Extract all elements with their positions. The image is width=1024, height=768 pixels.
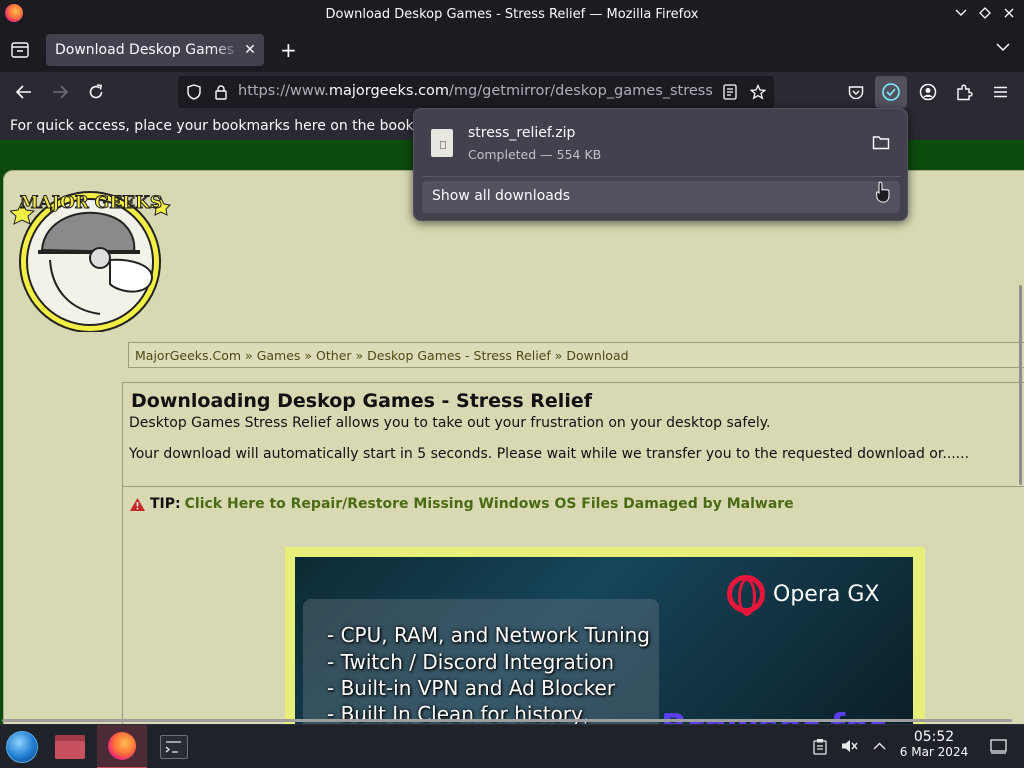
minimize-button[interactable] [952,4,970,22]
lock-icon[interactable] [213,84,229,100]
page-title: Downloading Deskop Games - Stress Relief [131,390,592,412]
show-in-folder-icon[interactable] [872,135,890,151]
page-content: MAJOR GEEKS MajorGeeks.Com » Games » Oth… [0,140,1024,724]
advertisement[interactable]: - CPU, RAM, and Network Tuning - Twitch … [285,547,925,724]
divider [123,486,1024,487]
show-all-downloads-button[interactable]: Show all downloads [422,181,900,213]
account-icon[interactable] [918,82,938,102]
tab-bar: Download Deskop Games - Stress Relief ✕ … [0,28,1024,72]
taskbar-clock[interactable]: 05:52 6 Mar 2024 [890,729,978,759]
terminal-icon [160,735,188,759]
download-status: Completed — 554 KB [468,147,602,162]
horizontal-scrollbar[interactable] [2,719,1012,722]
breadcrumb-item-download: Download [566,348,629,363]
start-menu-button[interactable] [0,725,44,768]
logo-text: MAJOR GEEKS [20,193,162,213]
tab-active[interactable]: Download Deskop Games - Stress Relief ✕ [46,34,264,66]
folder-icon [55,735,85,759]
clipboard-icon[interactable] [811,737,829,755]
navigation-toolbar: https://www.majorgeeks.com/mg/getmirror/… [0,72,1024,112]
downloads-button[interactable] [875,76,907,108]
tip-row: TIP: Click Here to Repair/Restore Missin… [129,496,794,512]
list-all-tabs-button[interactable] [996,41,1010,56]
menu-hamburger-icon[interactable] [990,82,1010,102]
tab-title: Download Deskop Games - Stress Relief [55,42,241,58]
tip-label: TIP: [150,496,181,512]
breadcrumb-item-other[interactable]: Other [316,348,352,363]
forward-button[interactable] [50,82,70,102]
system-tray-expand-icon[interactable] [870,737,888,755]
downloads-panel: stress_relief.zip Completed — 554 KB Sho… [413,108,908,221]
extensions-puzzle-icon[interactable] [954,82,974,102]
tracking-protection-shield-icon[interactable] [186,84,202,100]
breadcrumb-item-games[interactable]: Games [257,348,301,363]
breadcrumb-separator: » [304,348,313,363]
tip-repair-link[interactable]: Click Here to Repair/Restore Missing Win… [185,496,794,512]
download-file-name: stress_relief.zip [468,125,576,141]
breadcrumb-item-program[interactable]: Deskop Games - Stress Relief [367,348,551,363]
reader-view-icon[interactable] [722,84,738,100]
downloads-panel-divider [422,176,900,177]
window-controls [952,4,1018,22]
warning-icon [130,497,145,511]
clock-time: 05:52 [913,729,955,745]
opera-gx-brand: Opera GX [727,575,880,616]
clock-date: 6 Mar 2024 [899,745,969,759]
start-orb-icon [6,731,38,763]
title-bar: Download Deskop Games - Stress Relief — … [0,0,1024,28]
download-item[interactable]: stress_relief.zip Completed — 554 KB [422,117,900,169]
url-bar[interactable]: https://www.majorgeeks.com/mg/getmirror/… [178,76,774,108]
breadcrumb-separator: » [355,348,364,363]
ad-feature-1: - CPU, RAM, and Network Tuning [327,623,650,647]
back-button[interactable] [14,82,34,102]
breadcrumb-separator: » [554,348,563,363]
taskbar-terminal[interactable] [152,725,196,768]
pocket-icon[interactable] [846,82,866,102]
ad-brand-name: Opera GX [773,581,880,607]
mouse-pointer-icon [876,181,890,203]
maximize-button[interactable] [976,4,994,22]
ad-feature-3: - Built-in VPN and Ad Blocker [327,676,616,700]
reload-button[interactable] [86,82,106,102]
new-tab-button[interactable]: + [280,40,297,60]
tab-close-button[interactable]: ✕ [242,42,258,58]
url-text[interactable]: https://www.majorgeeks.com/mg/getmirror/… [238,83,712,99]
taskbar: 05:52 6 Mar 2024 [0,724,1024,768]
firefox-icon [108,732,136,760]
download-content: Downloading Deskop Games - Stress Relief… [122,382,1024,724]
taskbar-file-manager[interactable] [48,725,92,768]
firefox-view-button[interactable] [10,40,30,60]
window-title: Download Deskop Games - Stress Relief — … [325,6,699,22]
breadcrumb: MajorGeeks.Com » Games » Other » Deskop … [128,342,1024,368]
show-desktop-icon[interactable] [989,737,1007,755]
opera-logo-icon [727,575,765,616]
bookmark-star-icon[interactable] [750,84,766,100]
ad-feature-2: - Twitch / Discord Integration [327,650,615,674]
vertical-scrollbar[interactable] [1019,285,1022,485]
zip-file-icon [431,129,453,157]
close-window-button[interactable] [1000,4,1018,22]
taskbar-firefox[interactable] [97,725,147,768]
breadcrumb-separator: » [245,348,253,363]
firefox-app-icon [5,4,23,22]
opera-gx-ad-banner[interactable]: - CPU, RAM, and Network Tuning - Twitch … [295,557,913,724]
program-description: Desktop Games Stress Relief allows you t… [129,415,771,431]
download-wait-message: Your download will automatically start i… [129,446,970,462]
breadcrumb-item-home[interactable]: MajorGeeks.Com [135,348,241,363]
volume-muted-icon[interactable] [841,737,859,755]
majorgeeks-logo[interactable]: MAJOR GEEKS [8,180,172,333]
